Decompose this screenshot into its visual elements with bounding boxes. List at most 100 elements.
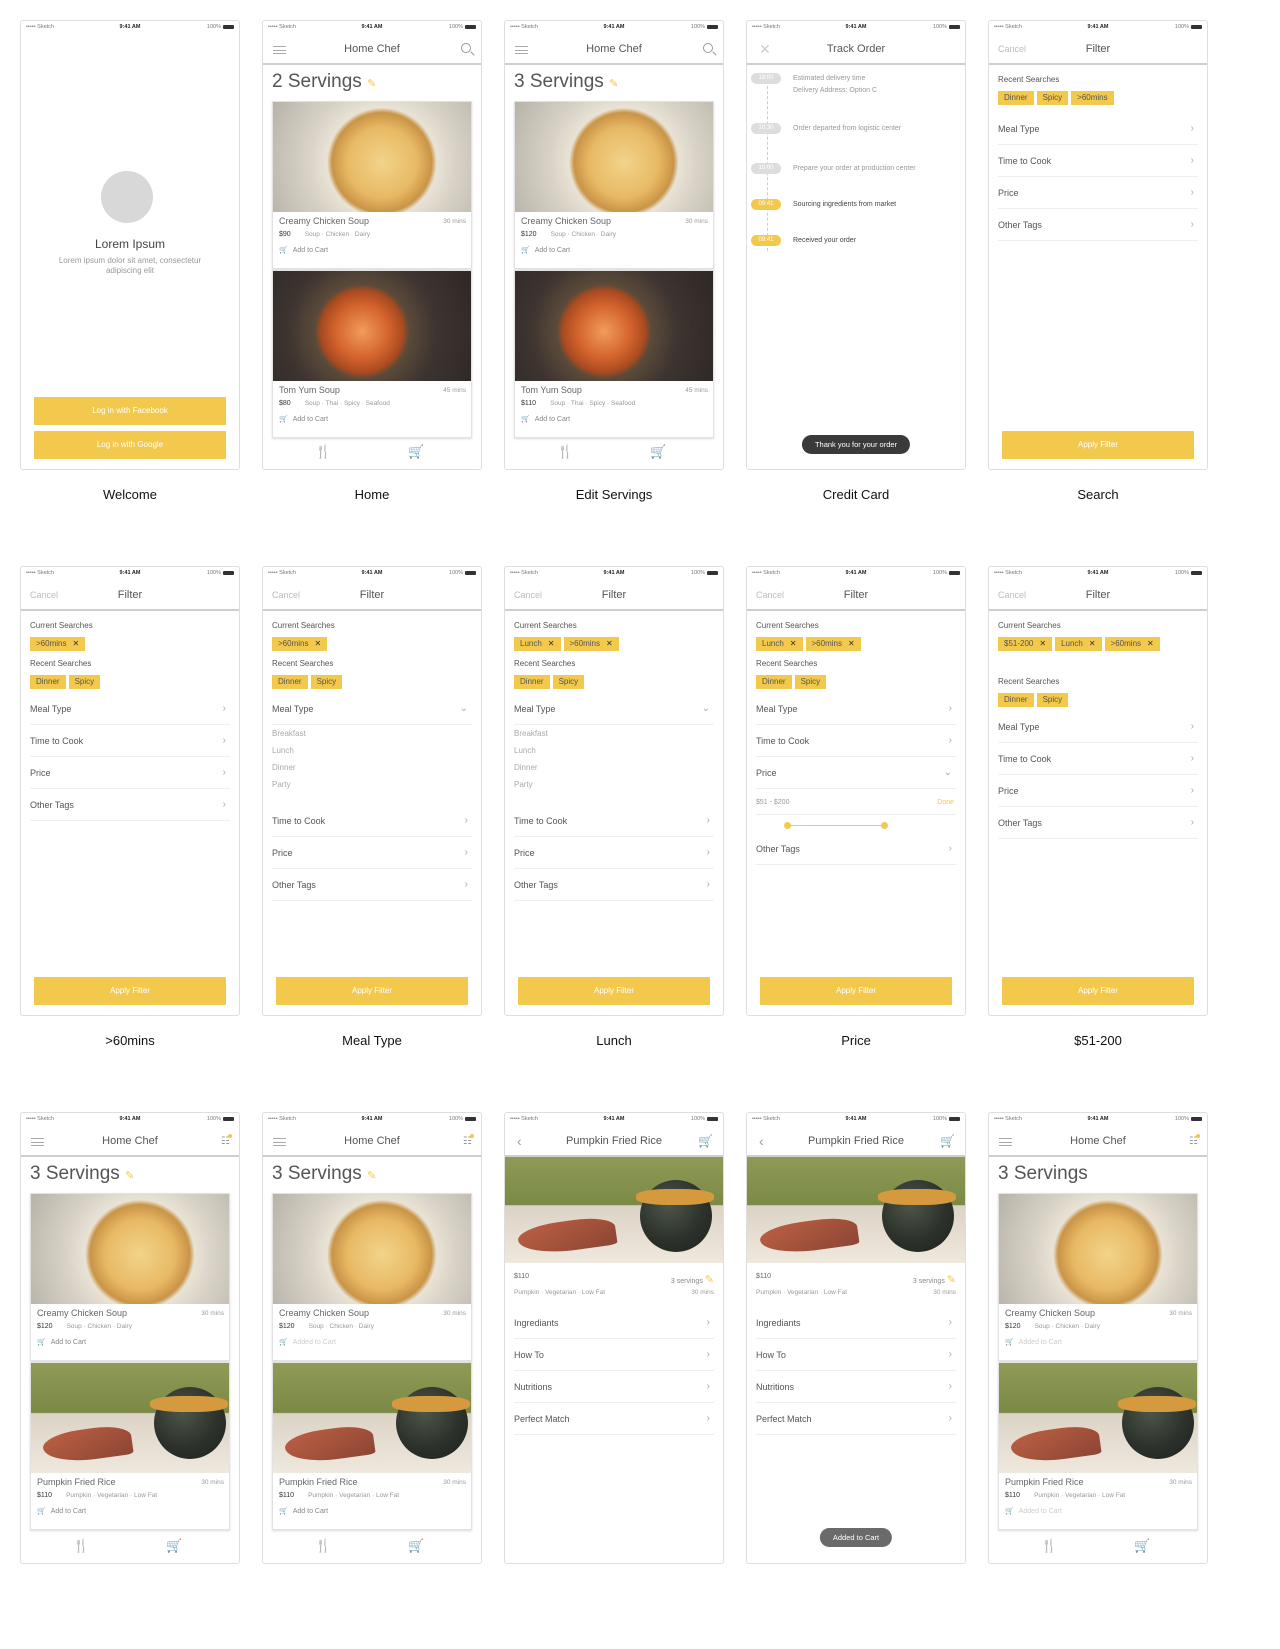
price-row[interactable]: Price ›	[30, 757, 230, 789]
apply-filter-button[interactable]: Apply Filter	[34, 977, 226, 1005]
pencil-icon[interactable]: ✎	[367, 78, 376, 90]
remove-chip-icon[interactable]: ✕	[314, 639, 321, 648]
other-tags-row[interactable]: Other Tags ›	[756, 833, 956, 865]
detail-row[interactable]: Perfect Match ›	[756, 1403, 956, 1435]
servings-title[interactable]: 3 Servings ✎	[30, 1163, 134, 1185]
cart-icon[interactable]: 🛒	[408, 444, 424, 460]
filter-chip[interactable]: Dinner	[30, 675, 66, 689]
other-tags-row[interactable]: Other Tags ›	[998, 209, 1198, 241]
detail-row[interactable]: Ingrediants ›	[514, 1307, 714, 1339]
other-tags-row[interactable]: Other Tags ›	[30, 789, 230, 821]
time-to-cook-row[interactable]: Time to Cook ›	[998, 145, 1198, 177]
time-to-cook-row[interactable]: Time to Cook ›	[272, 805, 472, 837]
meal-type-option[interactable]: Breakfast	[514, 729, 548, 738]
meal-type-option[interactable]: Dinner	[514, 763, 538, 772]
cart-icon[interactable]: 🛒	[698, 1134, 713, 1148]
filter-chip[interactable]: Lunch ✕	[1055, 637, 1102, 651]
filter-chip[interactable]: $51-200 ✕	[998, 637, 1053, 651]
add-to-cart-button[interactable]: 🛒 Add to Cart	[279, 246, 465, 254]
other-tags-row[interactable]: Other Tags ›	[272, 869, 472, 901]
remove-chip-icon[interactable]: ✕	[790, 639, 797, 648]
add-to-cart-button[interactable]: 🛒 Add to Cart	[37, 1507, 223, 1515]
detail-row[interactable]: Nutritions ›	[514, 1371, 714, 1403]
servings-title[interactable]: 3 Servings ✎	[514, 71, 618, 93]
filter-icon[interactable]: ☷	[221, 1134, 232, 1147]
detail-row[interactable]: How To ›	[756, 1339, 956, 1371]
remove-chip-icon[interactable]: ✕	[1089, 639, 1096, 648]
pencil-icon[interactable]: ✎	[125, 1170, 134, 1182]
fork-knife-icon[interactable]: 🍴	[73, 1538, 89, 1554]
add-to-cart-button[interactable]: 🛒 Added to Cart	[1005, 1507, 1191, 1515]
pencil-icon[interactable]: ✎	[609, 78, 618, 90]
detail-row[interactable]: Nutritions ›	[756, 1371, 956, 1403]
dish-card[interactable]: Creamy Chicken Soup 30 mins $120 Soup · C…	[30, 1193, 230, 1361]
filter-chip[interactable]: >60mins ✕	[805, 637, 861, 651]
add-to-cart-button[interactable]: 🛒 Add to Cart	[279, 415, 465, 423]
cart-icon[interactable]: 🛒	[940, 1134, 955, 1148]
apply-filter-button[interactable]: Apply Filter	[760, 977, 952, 1005]
time-to-cook-row[interactable]: Time to Cook ›	[756, 725, 956, 757]
search-icon[interactable]	[461, 43, 471, 53]
fork-knife-icon[interactable]: 🍴	[315, 1538, 331, 1554]
add-to-cart-button[interactable]: 🛒 Add to Cart	[521, 246, 707, 254]
filter-chip[interactable]: Spicy	[794, 675, 827, 689]
cart-icon[interactable]: 🛒	[408, 1538, 424, 1554]
remove-chip-icon[interactable]: ✕	[1147, 639, 1154, 648]
filter-chip[interactable]: >60mins ✕	[30, 637, 86, 651]
filter-chip[interactable]: Dinner	[998, 91, 1034, 105]
filter-icon[interactable]: ☷	[1189, 1134, 1200, 1147]
meal-type-option[interactable]: Party	[272, 780, 291, 789]
dish-card[interactable]: Pumpkin Fried Rice 30 mins $110 Pumpkin ·…	[30, 1362, 230, 1530]
slider-min-handle[interactable]	[784, 822, 791, 829]
remove-chip-icon[interactable]: ✕	[1039, 639, 1046, 648]
filter-chip[interactable]: Dinner	[756, 675, 792, 689]
meal-type-row[interactable]: Meal Type ⌄	[514, 693, 714, 725]
filter-icon[interactable]: ☷	[463, 1134, 474, 1147]
done-button[interactable]: Done	[937, 799, 954, 806]
other-tags-row[interactable]: Other Tags ›	[514, 869, 714, 901]
detail-row[interactable]: Perfect Match ›	[514, 1403, 714, 1435]
apply-filter-button[interactable]: Apply Filter	[276, 977, 468, 1005]
add-to-cart-button[interactable]: 🛒 Added to Cart	[1005, 1338, 1191, 1346]
filter-chip[interactable]: Dinner	[514, 675, 550, 689]
dish-card[interactable]: Tom Yum Soup 45 mins $110 Soup · Thai · S…	[514, 270, 714, 438]
filter-chip[interactable]: Spicy	[310, 675, 343, 689]
dish-card[interactable]: Creamy Chicken Soup 30 mins $120 Soup · C…	[272, 1193, 472, 1361]
price-slider[interactable]	[784, 822, 888, 829]
meal-type-option[interactable]: Party	[514, 780, 533, 789]
filter-chip[interactable]: Spicy	[1036, 693, 1069, 707]
slider-max-handle[interactable]	[881, 822, 888, 829]
add-to-cart-button[interactable]: 🛒 Add to Cart	[37, 1338, 223, 1346]
other-tags-row[interactable]: Other Tags ›	[998, 807, 1198, 839]
apply-filter-button[interactable]: Apply Filter	[1002, 431, 1194, 459]
price-row[interactable]: Price ⌄	[756, 757, 956, 789]
price-row[interactable]: Price ›	[514, 837, 714, 869]
meal-type-option[interactable]: Lunch	[514, 746, 536, 755]
facebook-login-button[interactable]: Log in with Facebook	[34, 397, 226, 425]
filter-chip[interactable]: Spicy	[552, 675, 585, 689]
meal-type-row[interactable]: Meal Type ›	[998, 113, 1198, 145]
meal-type-row[interactable]: Meal Type ›	[30, 693, 230, 725]
meal-type-row[interactable]: Meal Type ⌄	[272, 693, 472, 725]
filter-chip[interactable]: Spicy	[68, 675, 101, 689]
filter-chip[interactable]: Lunch ✕	[514, 637, 561, 651]
dish-card[interactable]: Creamy Chicken Soup 30 mins $120 Soup · C…	[998, 1193, 1198, 1361]
servings-title[interactable]: 2 Servings ✎	[272, 71, 376, 93]
add-to-cart-button[interactable]: 🛒 Added to Cart	[279, 1338, 465, 1346]
add-to-cart-button[interactable]: 🛒 Add to Cart	[521, 415, 707, 423]
time-to-cook-row[interactable]: Time to Cook ›	[514, 805, 714, 837]
remove-chip-icon[interactable]: ✕	[606, 639, 613, 648]
dish-card[interactable]: Creamy Chicken Soup 30 mins $120 Soup · C…	[514, 101, 714, 269]
pencil-icon[interactable]: ✎	[367, 1170, 376, 1182]
meal-type-option[interactable]: Breakfast	[272, 729, 306, 738]
fork-knife-icon[interactable]: 🍴	[315, 444, 331, 460]
servings-title[interactable]: 3 Servings ✎	[272, 1163, 376, 1185]
cart-icon[interactable]: 🛒	[650, 444, 666, 460]
google-login-button[interactable]: Log in with Google	[34, 431, 226, 459]
filter-chip[interactable]: >60mins ✕	[563, 637, 619, 651]
pencil-icon[interactable]: ✎	[705, 1274, 714, 1286]
detail-row[interactable]: How To ›	[514, 1339, 714, 1371]
time-to-cook-row[interactable]: Time to Cook ›	[998, 743, 1198, 775]
price-row[interactable]: Price ›	[998, 775, 1198, 807]
dish-card[interactable]: Creamy Chicken Soup 30 mins $90 Soup · Ch…	[272, 101, 472, 269]
